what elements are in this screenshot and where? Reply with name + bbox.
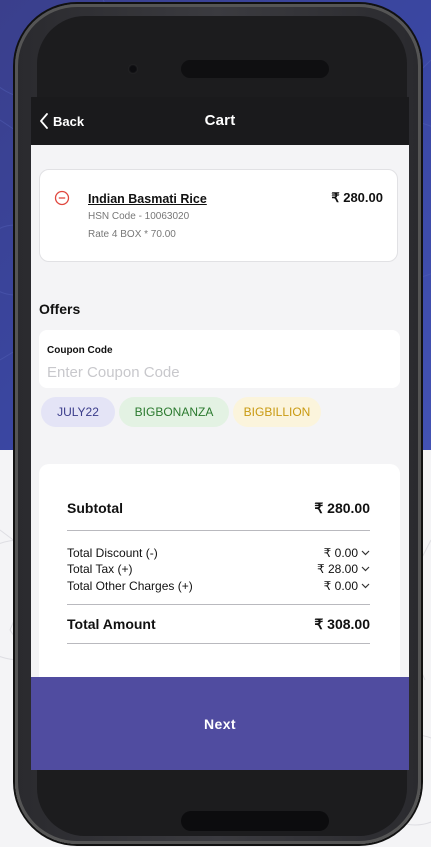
speaker-grille (181, 60, 329, 78)
coupon-input[interactable] (47, 361, 347, 383)
other-charges-row[interactable]: Total Other Charges (+) ₹ 0.00 (67, 579, 370, 593)
coupon-chip-july22[interactable]: JULY22 (41, 397, 115, 427)
next-button[interactable]: Next (31, 677, 409, 770)
remove-item-icon[interactable] (54, 190, 70, 206)
item-price: ₹ 280.00 (331, 190, 383, 205)
item-rate: Rate 4 BOX * 70.00 (88, 229, 176, 240)
chevron-down-icon (361, 583, 370, 589)
cart-item-card: Indian Basmati Rice ₹ 280.00 HSN Code - … (39, 169, 398, 262)
divider (67, 604, 370, 605)
item-name-link[interactable]: Indian Basmati Rice (88, 192, 207, 206)
divider (67, 530, 370, 531)
total-value: ₹ 308.00 (314, 616, 370, 632)
other-charges-label: Total Other Charges (+) (67, 579, 193, 593)
tax-row[interactable]: Total Tax (+) ₹ 28.00 (67, 562, 370, 576)
offers-heading: Offers (39, 301, 81, 317)
app-bar: Back Cart (31, 97, 409, 145)
subtotal-row: Subtotal ₹ 280.00 (67, 500, 370, 517)
total-label: Total Amount (67, 616, 156, 632)
chevron-down-icon (361, 566, 370, 572)
total-row: Total Amount ₹ 308.00 (67, 616, 370, 633)
subtotal-value: ₹ 280.00 (314, 500, 370, 516)
discount-label: Total Discount (-) (67, 546, 158, 560)
tax-value: ₹ 28.00 (317, 562, 358, 576)
camera-icon (128, 64, 138, 74)
other-charges-value: ₹ 0.00 (323, 579, 358, 593)
app-screen: Back Cart Indian Basmati Rice ₹ 280.00 H… (31, 97, 409, 770)
coupon-label: Coupon Code (47, 345, 113, 356)
coupon-chip-bigbillion[interactable]: BIGBILLION (233, 397, 321, 427)
chevron-down-icon (361, 550, 370, 556)
discount-value: ₹ 0.00 (323, 546, 358, 560)
divider (67, 643, 370, 644)
page-title: Cart (204, 112, 236, 129)
coupon-chip-bigbonanza[interactable]: BIGBONANZA (119, 397, 229, 427)
tax-label: Total Tax (+) (67, 562, 133, 576)
discount-row[interactable]: Total Discount (-) ₹ 0.00 (67, 546, 370, 560)
subtotal-label: Subtotal (67, 500, 123, 516)
home-bar (181, 811, 329, 831)
item-hsn-code: HSN Code - 10063020 (88, 211, 190, 222)
